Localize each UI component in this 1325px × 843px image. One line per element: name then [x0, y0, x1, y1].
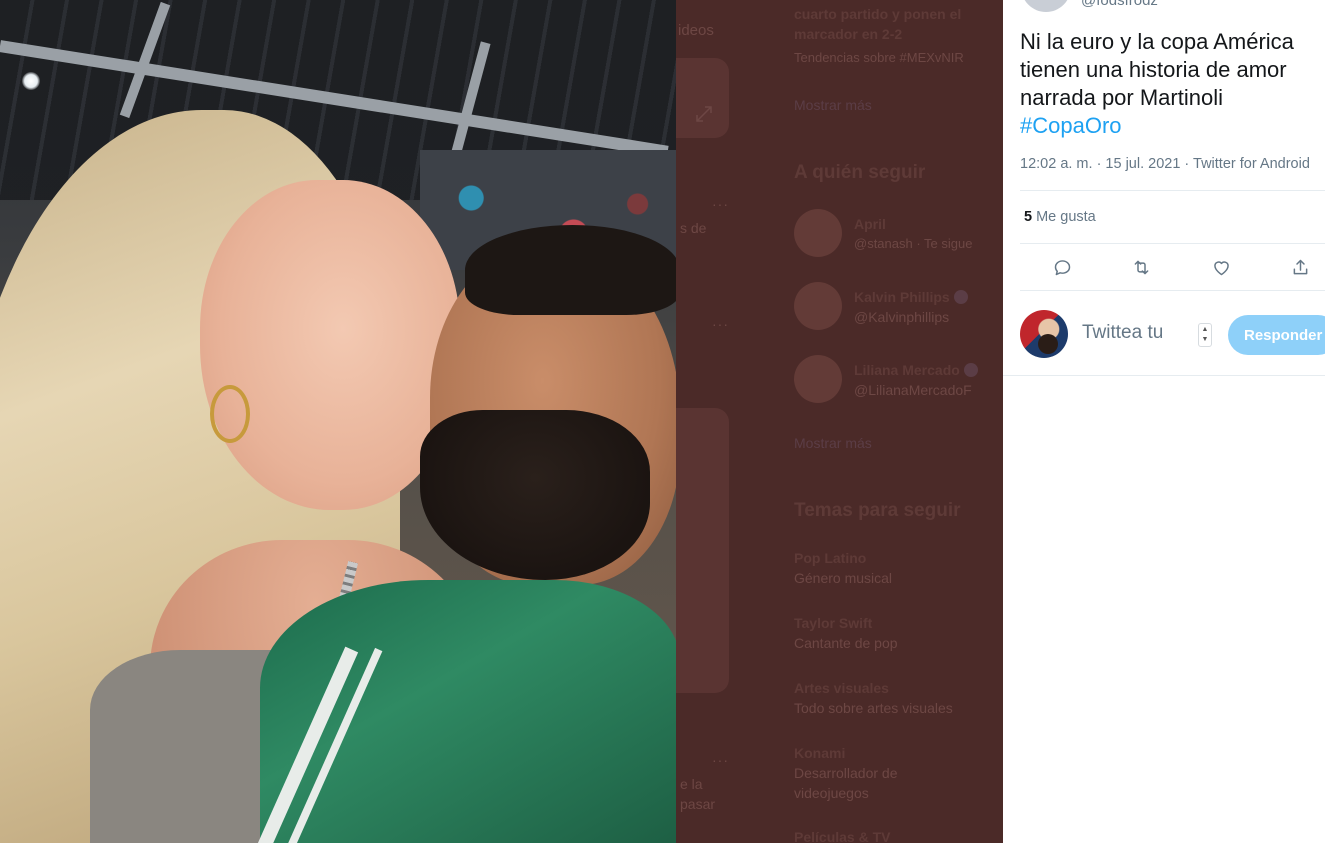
- trend-text-line-2: marcador en 2-2: [794, 26, 903, 42]
- divider: [1020, 290, 1325, 291]
- follow-avatar: [794, 209, 842, 257]
- more-icon: ···: [712, 196, 729, 212]
- topic-name: Películas & TV: [794, 829, 891, 843]
- topic-name: Artes visuales: [794, 680, 889, 696]
- author-handle[interactable]: @fodsfrodz: [1081, 0, 1158, 9]
- retweet-icon: [1134, 260, 1148, 274]
- reply-composer: Twittea tu ▲ ▼ Responder: [1020, 310, 1325, 360]
- more-icon: ···: [712, 752, 729, 768]
- retweet-button[interactable]: [1126, 252, 1156, 282]
- like-icon: [1213, 260, 1229, 275]
- dimmed-timeline-overlay[interactable]: ideos cuarto partido y ponen el marcador…: [676, 0, 1003, 843]
- topic-name: Konami: [794, 745, 846, 761]
- stepper-down-icon[interactable]: ▼: [1202, 335, 1209, 345]
- tweet-text: Ni la euro y la copa América tienen una …: [1020, 28, 1320, 140]
- author-avatar[interactable]: [1021, 0, 1071, 12]
- background-tab-videos: ideos: [678, 22, 714, 39]
- who-to-follow-heading: A quién seguir: [794, 162, 926, 183]
- topic-desc: videojuegos: [794, 785, 869, 801]
- expand-icon: [696, 106, 712, 122]
- topic-name: Taylor Swift: [794, 615, 873, 631]
- reply-input[interactable]: Twittea tu: [1082, 322, 1163, 344]
- follow-handle: @LilianaMercadoF: [854, 382, 972, 398]
- likes-count[interactable]: 5 Me gusta: [1024, 209, 1096, 225]
- share-icon: [1293, 259, 1307, 274]
- more-icon: ···: [712, 316, 729, 332]
- trend-source: Tendencias sobre #MEXvNIR: [794, 50, 964, 65]
- background-fragment: s de: [680, 220, 707, 236]
- man-hair: [465, 225, 676, 315]
- reply-submit-button[interactable]: Responder: [1228, 315, 1325, 355]
- tweet-timestamp[interactable]: 12:02 a. m. · 15 jul. 2021 · Twitter for…: [1020, 156, 1310, 172]
- topic-desc: Género musical: [794, 570, 893, 586]
- tweet-actions: [1020, 252, 1325, 282]
- show-more-trends: Mostrar más: [794, 97, 872, 113]
- avatar-figure: [1038, 334, 1058, 354]
- tweet-photo[interactable]: [0, 0, 676, 843]
- input-scroll-stepper[interactable]: ▲ ▼: [1198, 323, 1212, 347]
- follow-name: Liliana Mercado: [854, 362, 978, 378]
- background-media-tile: [676, 58, 729, 138]
- verified-icon: [963, 363, 978, 377]
- stepper-up-icon[interactable]: ▲: [1202, 325, 1209, 335]
- like-button[interactable]: [1206, 252, 1236, 282]
- topic-desc: Desarrollador de: [794, 765, 898, 781]
- verified-icon: [953, 290, 968, 304]
- trend-text-line-1: cuarto partido y ponen el: [794, 6, 962, 22]
- topic-desc: Todo sobre artes visuales: [794, 700, 953, 716]
- hashtag-link[interactable]: #CopaOro: [1020, 112, 1320, 140]
- man-beard: [420, 410, 650, 580]
- tweet-body: Ni la euro y la copa América tienen una …: [1020, 29, 1294, 110]
- likes-label: Me gusta: [1036, 209, 1096, 225]
- follow-avatar: [794, 355, 842, 403]
- follow-handle: @stanash · Te sigue: [854, 236, 973, 251]
- background-media-tile: [676, 408, 729, 693]
- follow-handle: @Kalvinphillips: [854, 309, 950, 325]
- divider: [1003, 375, 1325, 376]
- hoop-earring: [210, 385, 250, 443]
- tweet-detail-panel: @fodsfrodz Ni la euro y la copa América …: [1003, 0, 1325, 843]
- share-button[interactable]: [1285, 252, 1315, 282]
- follow-name: Kalvin Phillips: [854, 289, 968, 305]
- show-more-follow: Mostrar más: [794, 435, 872, 451]
- background-fragment: e la: [680, 776, 703, 792]
- topics-heading: Temas para seguir: [794, 500, 961, 521]
- background-fragment: pasar: [680, 796, 716, 812]
- divider: [1020, 190, 1325, 191]
- stadium-light: [22, 72, 40, 90]
- topic-desc: Cantante de pop: [794, 635, 898, 651]
- topic-name: Pop Latino: [794, 550, 867, 566]
- reply-icon: [1054, 259, 1070, 275]
- user-avatar[interactable]: [1020, 310, 1068, 358]
- divider: [1020, 243, 1325, 244]
- follow-name: April: [854, 216, 886, 232]
- follow-avatar: [794, 282, 842, 330]
- reply-button[interactable]: [1047, 252, 1077, 282]
- likes-number: 5: [1024, 209, 1033, 225]
